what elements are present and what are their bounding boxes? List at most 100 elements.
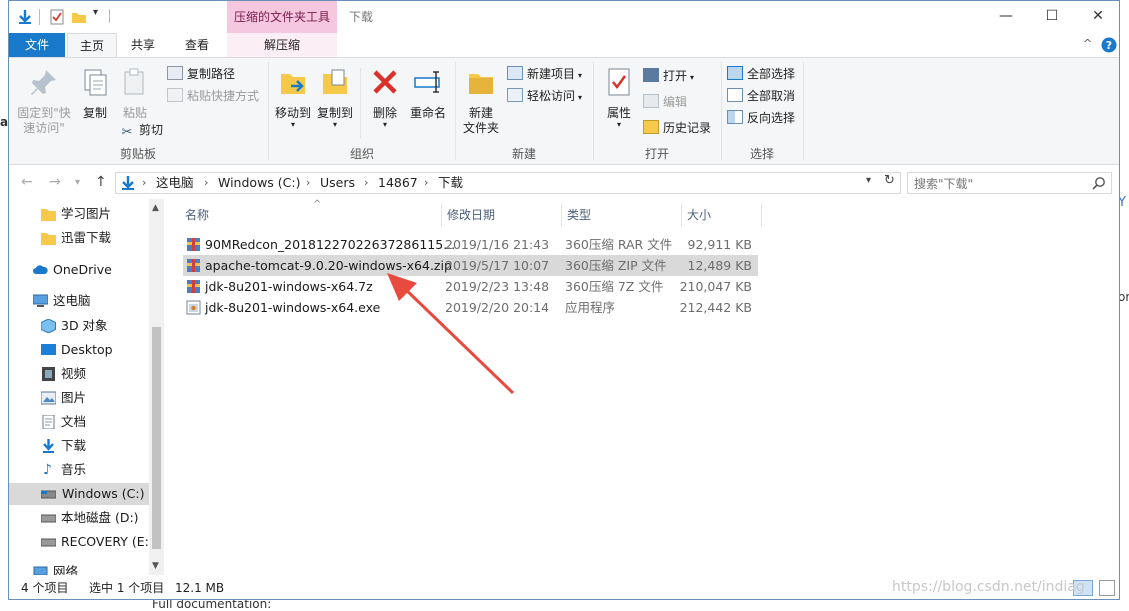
properties-label: 属性 <box>606 106 631 120</box>
breadcrumb-windows-c[interactable]: Windows (C:) <box>218 173 300 193</box>
nav-item-3d-objects[interactable]: 3D 对象 <box>39 315 108 337</box>
paste-label: 粘贴 <box>122 106 147 120</box>
file-row[interactable]: 90MRedcon_20181227022637286115... 2019/1… <box>183 234 758 255</box>
status-selected-size: 12.1 MB <box>175 581 225 595</box>
scroll-down-icon[interactable]: ▼ <box>152 561 159 571</box>
nav-item-documents[interactable]: 文档 <box>39 411 86 433</box>
invert-selection-icon <box>727 110 743 124</box>
music-icon: ♪ <box>43 462 52 478</box>
collapse-ribbon-icon[interactable]: ^ <box>1083 37 1092 50</box>
open-button[interactable]: 打开 ▾ <box>643 66 694 86</box>
nav-item-network[interactable]: 网络 <box>31 561 78 575</box>
status-selected-count: 选中 1 个项目 <box>89 581 165 595</box>
new-item-button[interactable]: 新建项目 ▾ <box>507 64 582 84</box>
navpane-scrollbar[interactable]: ▲ ▼ <box>149 199 164 575</box>
nav-item-this-pc[interactable]: 这电脑 <box>31 290 91 312</box>
nav-item-recovery-e[interactable]: RECOVERY (E:) <box>39 531 154 553</box>
new-item-icon <box>507 66 523 80</box>
paste-shortcut-button[interactable]: 粘贴快捷方式 <box>167 86 259 106</box>
search-box[interactable] <box>907 172 1112 194</box>
rename-button[interactable]: 重命名 <box>407 62 449 121</box>
nav-item-desktop[interactable]: Desktop <box>39 339 113 361</box>
breadcrumb-user-folder[interactable]: 14867 <box>378 173 418 193</box>
column-separator <box>561 203 562 227</box>
search-icon[interactable] <box>1092 176 1106 190</box>
pin-quick-access-button[interactable]: 固定到"快 速访问" <box>13 62 75 136</box>
select-all-icon <box>727 66 743 80</box>
select-all-button[interactable]: 全部选择 <box>727 64 795 84</box>
pin-quick-access-label: 固定到"快 速访问" <box>17 106 71 135</box>
nav-item-study-pictures[interactable]: 学习图片 <box>39 203 111 225</box>
invert-selection-button[interactable]: 反向选择 <box>727 108 795 128</box>
search-input[interactable] <box>912 174 1086 194</box>
new-group-label: 新建 <box>511 147 536 161</box>
history-button[interactable]: 历史记录 <box>643 118 711 138</box>
column-header-name[interactable]: 名称 <box>185 205 209 225</box>
copy-path-button[interactable]: 复制路径 <box>167 64 235 84</box>
column-header-type[interactable]: 类型 <box>567 205 591 225</box>
select-none-icon <box>727 88 743 102</box>
help-icon[interactable]: ? <box>1101 37 1117 53</box>
properties-check-icon[interactable] <box>49 9 65 25</box>
nav-item-thunder-downloads[interactable]: 迅雷下载 <box>39 227 111 249</box>
new-folder-button[interactable]: 新建 文件夹 <box>459 62 503 136</box>
large-icons-view-icon[interactable] <box>1099 580 1115 596</box>
group-separator <box>360 68 361 138</box>
breadcrumb-this-pc[interactable]: 这电脑 <box>156 173 194 193</box>
easy-access-button[interactable]: 轻松访问 ▾ <box>507 86 582 106</box>
back-arrow-icon[interactable]: ← <box>21 174 33 190</box>
open-group-label: 打开 <box>644 147 669 161</box>
edit-label: 编辑 <box>663 95 688 109</box>
nav-item-onedrive[interactable]: OneDrive <box>31 259 112 281</box>
nav-item-pictures[interactable]: 图片 <box>39 387 86 409</box>
address-dropdown-icon[interactable]: ▾ <box>866 175 871 186</box>
nav-item-local-disk-d[interactable]: 本地磁盘 (D:) <box>39 507 139 529</box>
tab-file[interactable]: 文件 <box>9 33 65 57</box>
nav-item-downloads[interactable]: 下载 <box>39 435 86 457</box>
move-to-button[interactable]: 移动到 ▾ <box>273 62 313 129</box>
copy-to-button[interactable]: 复制到 ▾ <box>315 62 355 129</box>
tab-share[interactable]: 共享 <box>121 33 165 57</box>
tab-view[interactable]: 查看 <box>175 33 219 57</box>
sort-indicator-icon: ^ <box>313 199 322 210</box>
watermark: https://blog.csdn.net/indiag <box>892 579 1085 595</box>
recent-locations-icon[interactable]: ▾ <box>75 177 80 188</box>
minimize-button[interactable]: — <box>983 1 1029 33</box>
scrollbar-thumb[interactable] <box>152 327 161 549</box>
close-button[interactable]: ✕ <box>1075 1 1121 33</box>
address-bar[interactable]: › 这电脑 › Windows (C:) › Users › 14867 › 下… <box>115 172 901 194</box>
column-header-date[interactable]: 修改日期 <box>447 205 495 225</box>
delete-button[interactable]: 删除 ▾ <box>365 62 405 129</box>
download-icon <box>43 439 54 453</box>
scroll-up-icon[interactable]: ▲ <box>152 203 159 213</box>
copy-to-icon <box>323 69 347 94</box>
edit-button[interactable]: 编辑 <box>643 92 687 112</box>
properties-button[interactable]: 属性 ▾ <box>599 62 639 129</box>
paste-button[interactable]: 粘贴 <box>115 62 155 121</box>
select-none-button[interactable]: 全部取消 <box>727 86 795 106</box>
cloud-icon <box>33 265 48 274</box>
nav-item-videos[interactable]: 视频 <box>39 363 86 385</box>
copy-button[interactable]: 复制 <box>75 62 115 121</box>
cut-button[interactable]: ✂ 剪切 <box>119 120 163 140</box>
maximize-button[interactable]: ☐ <box>1029 1 1075 33</box>
copy-to-label: 复制到 <box>316 106 353 120</box>
forward-arrow-icon[interactable]: → <box>49 174 61 190</box>
refresh-icon[interactable]: ↻ <box>884 173 895 188</box>
file-list: ^ 名称 修改日期 类型 大小 90MRedcon_20181227022637… <box>173 199 1119 575</box>
new-folder-icon[interactable] <box>71 9 87 25</box>
breadcrumb-downloads[interactable]: 下载 <box>438 173 463 193</box>
up-arrow-icon[interactable]: ↑ <box>95 174 107 190</box>
tab-unzip[interactable]: 解压缩 <box>227 33 337 57</box>
cut-label: 剪切 <box>139 123 164 137</box>
file-type: 360压缩 7Z 文件 <box>565 279 664 294</box>
nav-item-music[interactable]: ♪ 音乐 <box>39 459 86 481</box>
column-header-size[interactable]: 大小 <box>687 205 711 225</box>
breadcrumb-users[interactable]: Users <box>320 173 355 193</box>
qat-dropdown-icon[interactable]: ▾ <box>93 7 98 18</box>
nav-item-windows-c[interactable]: Windows (C:) <box>9 483 149 505</box>
delete-label: 删除 <box>372 106 397 120</box>
new-folder-icon <box>469 74 493 94</box>
tab-home[interactable]: 主页 <box>67 33 117 58</box>
svg-text:?: ? <box>1106 39 1112 52</box>
